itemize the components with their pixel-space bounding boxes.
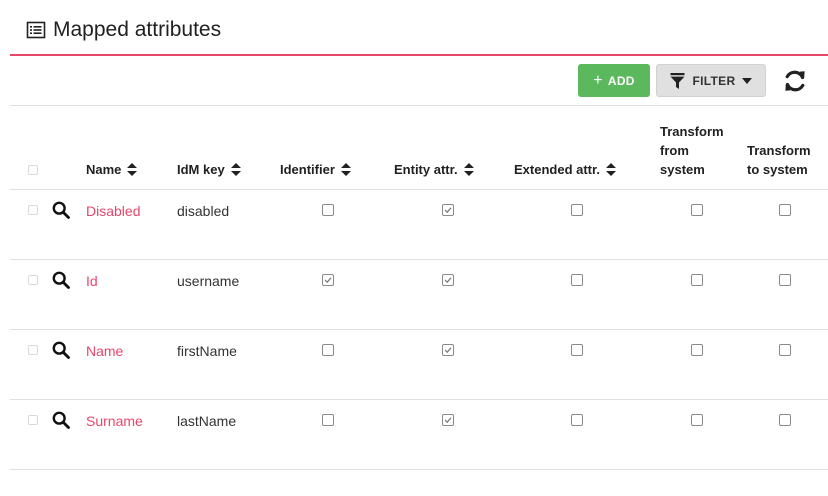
attribute-name-link[interactable]: Disabled bbox=[86, 202, 140, 220]
filter-button[interactable]: FILTER bbox=[656, 64, 766, 97]
search-icon[interactable] bbox=[52, 201, 70, 219]
identifier-checkbox bbox=[322, 344, 334, 356]
table-row: Surname lastName bbox=[10, 400, 828, 470]
add-button-label: ADD bbox=[607, 73, 635, 88]
table-toolbar: + ADD FILTER bbox=[10, 56, 828, 106]
entity-attr-checkbox bbox=[442, 344, 454, 356]
refresh-icon bbox=[785, 70, 805, 92]
extended-attr-checkbox bbox=[571, 204, 583, 216]
sort-icon bbox=[463, 163, 474, 176]
checkmark-icon bbox=[444, 417, 452, 424]
checkmark-icon bbox=[444, 347, 452, 354]
add-button[interactable]: + ADD bbox=[578, 64, 650, 97]
identifier-checkbox bbox=[322, 204, 334, 216]
sort-icon bbox=[605, 163, 616, 176]
checkmark-icon bbox=[444, 277, 452, 284]
row-select-checkbox[interactable] bbox=[28, 275, 38, 285]
panel-title: Mapped attributes bbox=[26, 16, 221, 44]
row-select-checkbox[interactable] bbox=[28, 205, 38, 215]
entity-attr-checkbox bbox=[442, 414, 454, 426]
column-header-name[interactable]: Name bbox=[86, 160, 138, 179]
idm-key-value: disabled bbox=[177, 203, 230, 219]
transform-to-checkbox bbox=[779, 274, 791, 286]
panel-header: Mapped attributes bbox=[10, 0, 828, 56]
attribute-name-link[interactable]: Surname bbox=[86, 412, 143, 430]
sort-icon bbox=[230, 163, 241, 176]
search-icon[interactable] bbox=[52, 271, 70, 289]
refresh-button[interactable] bbox=[780, 66, 810, 96]
idm-key-value: lastName bbox=[177, 413, 237, 429]
attribute-name-link[interactable]: Id bbox=[86, 272, 98, 290]
table-row: Disabled disabled bbox=[10, 190, 828, 260]
transform-from-checkbox bbox=[691, 414, 703, 426]
sort-icon bbox=[340, 163, 351, 176]
idm-key-value: firstName bbox=[177, 343, 237, 359]
idm-key-value: username bbox=[177, 273, 240, 289]
extended-attr-checkbox bbox=[571, 274, 583, 286]
plus-icon: + bbox=[593, 71, 603, 89]
select-all-checkbox[interactable] bbox=[28, 165, 38, 175]
table-row: Id username bbox=[10, 260, 828, 330]
checkmark-icon bbox=[444, 207, 452, 214]
transform-to-checkbox bbox=[779, 414, 791, 426]
extended-attr-checkbox bbox=[571, 344, 583, 356]
search-icon[interactable] bbox=[52, 411, 70, 429]
table-footer-space bbox=[10, 470, 828, 496]
extended-attr-checkbox bbox=[571, 414, 583, 426]
table-row: Name firstName bbox=[10, 330, 828, 400]
filter-button-label: FILTER bbox=[692, 73, 736, 88]
attributes-table: Name IdM key Identifier Entity attr. Ext… bbox=[10, 106, 828, 496]
caret-down-icon bbox=[742, 77, 753, 84]
sort-icon bbox=[127, 163, 138, 176]
column-header-transform-to: Transform to system bbox=[747, 143, 811, 177]
mapped-attributes-panel: Mapped attributes + ADD FILTER Name IdM … bbox=[10, 0, 828, 490]
row-select-checkbox[interactable] bbox=[28, 345, 38, 355]
transform-to-checkbox bbox=[779, 344, 791, 356]
search-icon[interactable] bbox=[52, 341, 70, 359]
entity-attr-checkbox bbox=[442, 274, 454, 286]
column-header-transform-from: Transform from system bbox=[660, 124, 724, 177]
column-header-extended-attr[interactable]: Extended attr. bbox=[514, 160, 616, 179]
transform-from-checkbox bbox=[691, 344, 703, 356]
column-header-entity-attr[interactable]: Entity attr. bbox=[394, 160, 474, 179]
table-header: Name IdM key Identifier Entity attr. Ext… bbox=[10, 106, 828, 190]
transform-from-checkbox bbox=[691, 204, 703, 216]
filter-icon bbox=[670, 72, 685, 89]
checkmark-icon bbox=[324, 277, 332, 284]
attribute-name-link[interactable]: Name bbox=[86, 342, 123, 360]
transform-to-checkbox bbox=[779, 204, 791, 216]
identifier-checkbox bbox=[322, 274, 334, 286]
column-header-identifier[interactable]: Identifier bbox=[280, 160, 351, 179]
entity-attr-checkbox bbox=[442, 204, 454, 216]
column-header-idm-key[interactable]: IdM key bbox=[177, 160, 241, 179]
list-alt-icon bbox=[26, 21, 46, 39]
panel-title-text: Mapped attributes bbox=[53, 18, 222, 41]
identifier-checkbox bbox=[322, 414, 334, 426]
table-body: Disabled disabled Id username Name first… bbox=[10, 190, 828, 470]
transform-from-checkbox bbox=[691, 274, 703, 286]
row-select-checkbox[interactable] bbox=[28, 415, 38, 425]
